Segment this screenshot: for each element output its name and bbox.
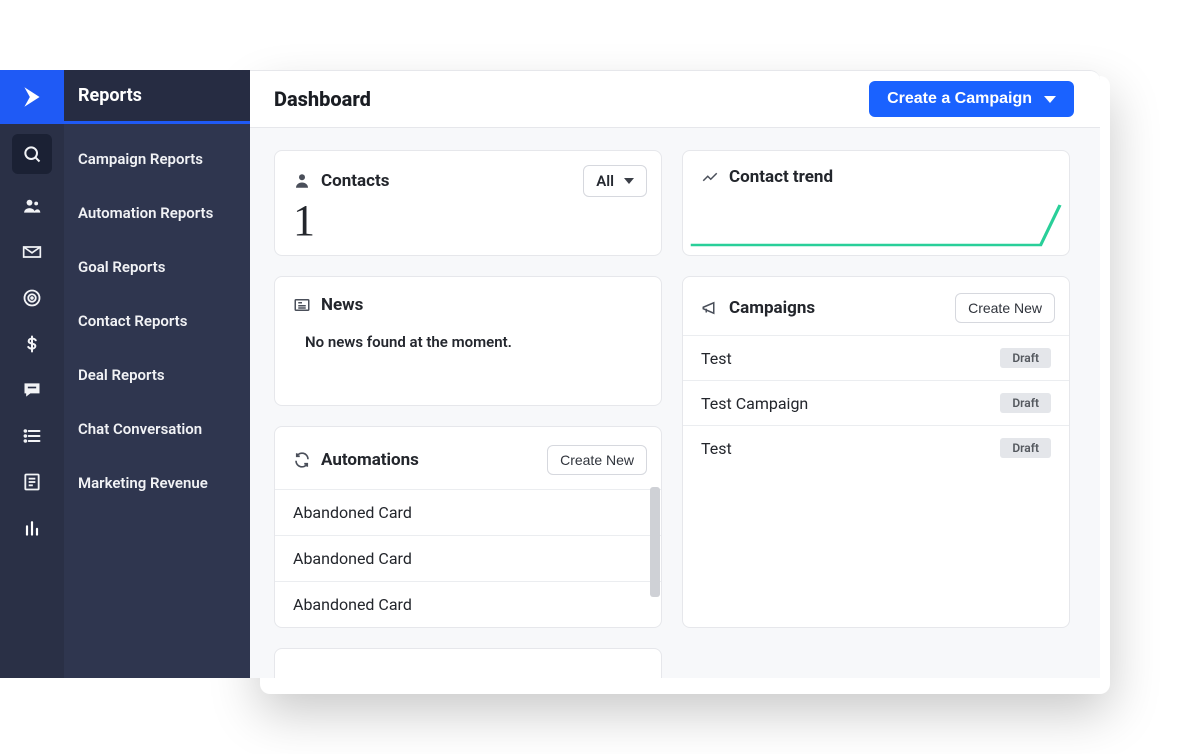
search-icon[interactable] (12, 134, 52, 174)
automation-name: Abandoned Card (293, 549, 412, 568)
sidebar-item-automation-reports[interactable]: Automation Reports (64, 186, 250, 240)
app-window: Reports Campaign Reports Automation Repo… (0, 70, 1100, 678)
sidebar-item-deal-reports[interactable]: Deal Reports (64, 348, 250, 402)
reports-nav-icon[interactable] (12, 508, 52, 548)
contact-trend-card: Contact trend (682, 150, 1070, 256)
chevron-down-icon (624, 178, 634, 184)
dashboard-grid: Contacts All 1 Contact trend (250, 128, 1100, 678)
sidebar-item-chat-conversation[interactable]: Chat Conversation (64, 402, 250, 456)
sidebar-item-marketing-revenue[interactable]: Marketing Revenue (64, 456, 250, 510)
scrollbar[interactable] (650, 487, 660, 597)
document-icon[interactable] (12, 462, 52, 502)
main-area: Dashboard Create a Campaign Contacts All (250, 70, 1100, 678)
nav-rail (0, 70, 64, 678)
contacts-title-row: Contacts (293, 171, 389, 191)
automation-name: Abandoned Card (293, 503, 412, 522)
campaigns-title: Campaigns (729, 298, 815, 318)
page-title: Dashboard (274, 87, 371, 111)
list-icon[interactable] (12, 416, 52, 456)
news-title: News (321, 295, 363, 315)
app-logo[interactable] (0, 70, 64, 124)
chevron-down-icon (1044, 96, 1056, 103)
automation-name: Abandoned Card (293, 595, 412, 614)
refresh-icon (293, 451, 311, 469)
campaign-name: Test (701, 439, 732, 458)
sidebar-item-goal-reports[interactable]: Goal Reports (64, 240, 250, 294)
contact-trend-title: Contact trend (729, 167, 833, 187)
create-campaign-label: Create a Campaign (887, 90, 1032, 108)
empty-card (274, 648, 662, 678)
campaign-row[interactable]: Test Campaign Draft (683, 380, 1069, 425)
automations-title: Automations (321, 450, 419, 470)
status-badge: Draft (1000, 438, 1051, 458)
main-header: Dashboard Create a Campaign (250, 70, 1100, 128)
target-icon[interactable] (12, 278, 52, 318)
campaigns-create-button[interactable]: Create New (955, 293, 1055, 323)
dollar-icon[interactable] (12, 324, 52, 364)
contact-trend-chart (683, 197, 1069, 253)
contacts-filter-dropdown[interactable]: All (583, 165, 647, 197)
campaign-row[interactable]: Test Draft (683, 425, 1069, 470)
automation-row[interactable]: Abandoned Card (275, 489, 661, 535)
automations-card: Automations Create New Abandoned Card Ab… (274, 426, 662, 628)
mail-icon[interactable] (12, 232, 52, 272)
contacts-title: Contacts (321, 171, 389, 191)
create-campaign-button[interactable]: Create a Campaign (869, 81, 1074, 117)
megaphone-icon (701, 299, 719, 317)
trend-icon (701, 168, 719, 186)
sidebar-title: Reports (64, 70, 250, 124)
campaign-name: Test Campaign (701, 394, 808, 413)
person-icon (293, 172, 311, 190)
contacts-card: Contacts All 1 (274, 150, 662, 256)
sidebar: Reports Campaign Reports Automation Repo… (64, 70, 250, 678)
news-empty-message: No news found at the moment. (275, 323, 661, 375)
sidebar-item-contact-reports[interactable]: Contact Reports (64, 294, 250, 348)
contacts-filter-label: All (596, 172, 614, 190)
sidebar-links: Campaign Reports Automation Reports Goal… (64, 124, 250, 510)
automation-row[interactable]: Abandoned Card (275, 581, 661, 627)
campaign-row[interactable]: Test Draft (683, 335, 1069, 380)
newspaper-icon (293, 296, 311, 314)
automation-row[interactable]: Abandoned Card (275, 535, 661, 581)
campaigns-card: Campaigns Create New Test Draft Test Cam… (682, 276, 1070, 628)
news-card: News No news found at the moment. (274, 276, 662, 406)
status-badge: Draft (1000, 393, 1051, 413)
campaign-name: Test (701, 349, 732, 368)
status-badge: Draft (1000, 348, 1051, 368)
chat-icon[interactable] (12, 370, 52, 410)
sidebar-item-campaign-reports[interactable]: Campaign Reports (64, 132, 250, 186)
contacts-nav-icon[interactable] (12, 186, 52, 226)
automations-create-button[interactable]: Create New (547, 445, 647, 475)
contacts-count: 1 (275, 199, 661, 255)
